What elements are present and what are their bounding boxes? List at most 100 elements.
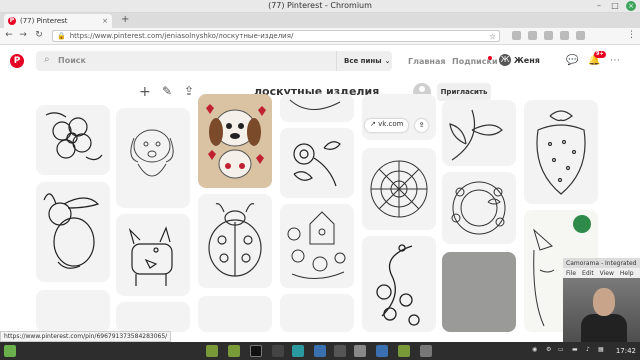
pin-wreath-birds-outline[interactable] [442,172,516,244]
back-icon[interactable]: ← [4,30,14,40]
pin-placeholder[interactable] [198,296,272,332]
camorama-title: Camorama - Integrated [563,258,640,268]
pin-rabbit-outline[interactable] [36,182,110,282]
pinterest-header: P ⌕ Поиск Все пины ⌄ Главная Подписки Ж Ж… [0,46,640,76]
search-bar[interactable]: ⌕ Поиск Все пины ⌄ [36,51,392,71]
pin-placeholder[interactable] [280,294,354,332]
taskbar-app-icon[interactable] [292,345,304,357]
webcam-video [563,278,640,344]
taskbar-terminal-icon[interactable] [250,345,262,357]
pin-gray-image[interactable] [442,252,516,332]
menu-help[interactable]: Help [620,270,634,277]
user-name: Женя [514,55,540,65]
pinterest-logo-icon[interactable]: P [10,54,24,68]
status-url: https://www.pinterest.com/pin/6967913735… [0,331,172,342]
taskbar-folder-icon[interactable] [398,345,410,357]
taskbar-app-icon[interactable] [420,345,432,357]
webcam-person-body [581,314,627,344]
pinterest-favicon-icon: P [8,17,16,25]
tray-network-icon[interactable]: ◉ [532,346,537,353]
taskbar-camera-icon[interactable] [376,345,388,357]
avatar: Ж [499,54,511,66]
tab-close-icon[interactable]: × [102,17,108,25]
pin-vine-outline[interactable] [442,100,516,166]
menu-view[interactable]: View [600,270,614,277]
taskbar-app-icon[interactable] [314,345,326,357]
pin-flower-outline[interactable] [36,105,110,175]
chevron-down-icon: ⌄ [384,57,391,65]
invite-button[interactable]: Пригласить [437,83,491,101]
taskbar-app-icon[interactable] [334,345,346,357]
pin-birdhouse-flowers-outline[interactable] [280,204,354,288]
url-text: https://www.pinterest.com/jeniasolnyshko… [69,32,294,40]
menu-file[interactable]: File [566,270,576,277]
tab-pinterest[interactable]: P (77) Pinterest × [4,14,112,28]
notification-badge: 9+ [594,51,606,58]
pin-mandala-outline[interactable] [362,148,436,230]
pin-placeholder[interactable] [116,302,190,332]
extension-icon[interactable] [544,31,553,40]
pin-source-text: vk.com [378,120,404,128]
close-window-icon[interactable]: × [626,1,636,11]
forward-icon[interactable]: → [18,30,28,40]
minimize-icon[interactable]: – [594,1,604,11]
extension-icon[interactable] [560,31,569,40]
tray-flag-icon[interactable]: ▬ [572,346,578,353]
add-pin-icon[interactable]: + [139,84,151,100]
pin-placeholder[interactable] [36,290,110,332]
taskbar-app-icon[interactable] [272,345,284,357]
search-scope-label: Все пины [344,57,382,65]
tray-battery-icon[interactable]: ▭ [558,346,564,353]
extension-icon[interactable] [576,31,585,40]
tab-title: (77) Pinterest [20,17,68,25]
search-placeholder: Поиск [58,56,86,65]
nav-home[interactable]: Главная [408,57,445,66]
url-field[interactable]: 🔒 https://www.pinterest.com/jeniasolnysh… [52,30,500,42]
search-icon: ⌕ [44,54,50,65]
pin-flower-sprig-outline[interactable] [280,128,354,198]
tray-volume-icon[interactable]: ♪ [586,346,590,353]
camorama-window: Camorama - Integrated File Edit View Hel… [563,258,640,344]
maximize-icon[interactable]: □ [610,1,620,11]
tray-keyboard-icon[interactable]: ▦ [598,346,604,353]
camorama-menubar: File Edit View Help [563,268,640,278]
pin-strawberry-outline[interactable] [524,100,598,204]
user-profile-button[interactable]: Ж Женя [499,54,540,66]
following-dot-badge [488,56,492,60]
pin-source-link[interactable]: ↗ vk.com [365,119,409,132]
new-tab-button[interactable]: + [121,14,129,25]
pin-puppy-outline[interactable] [116,108,190,208]
pin-ladybug-outline[interactable] [198,194,272,288]
messages-icon[interactable]: 💬 [566,55,578,66]
taskbar-app-icon[interactable] [354,345,366,357]
tab-bar: P (77) Pinterest × + [0,13,640,28]
taskbar: ◉ ⚙ ▭ ▬ ♪ ▦ 17:42 [0,342,640,360]
taskbar-folder-icon[interactable] [228,345,240,357]
pin-floral-swirl-outline[interactable] [362,236,436,332]
more-options-icon[interactable]: ⋯ [610,55,620,66]
lock-icon: 🔒 [57,32,66,40]
window-title: (77) Pinterest - Chromium [268,1,372,10]
link-icon: ↗ [370,120,379,128]
clock[interactable]: 17:42 [616,347,636,355]
webcam-person-face [593,288,615,316]
edit-board-icon[interactable]: ✎ [162,84,172,98]
start-menu-icon[interactable] [4,345,16,357]
pin-dog-applique[interactable] [198,94,272,188]
extension-icon[interactable] [528,31,537,40]
menu-edit[interactable]: Edit [582,270,594,277]
pin-vk-hovered[interactable] [362,94,436,140]
browser-menu-icon[interactable]: ⋮ [627,30,636,40]
tray-settings-icon[interactable]: ⚙ [546,346,551,353]
extension-icon[interactable] [512,31,521,40]
pin-scottie-dog-outline[interactable] [116,214,190,296]
taskbar-folder-icon[interactable] [206,345,218,357]
pin-partial-outline[interactable] [280,94,354,122]
reload-icon[interactable]: ↻ [34,30,44,40]
share-icon[interactable]: ⇪ [184,84,194,98]
address-bar-row: ← → ↻ 🔒 https://www.pinterest.com/jenias… [0,28,640,45]
pin-share-icon[interactable]: ⇪ [415,119,428,132]
window-titlebar: (77) Pinterest - Chromium – □ × [0,0,640,13]
bookmark-star-icon[interactable]: ☆ [489,32,499,41]
search-scope-dropdown[interactable]: Все пины ⌄ [336,51,392,71]
